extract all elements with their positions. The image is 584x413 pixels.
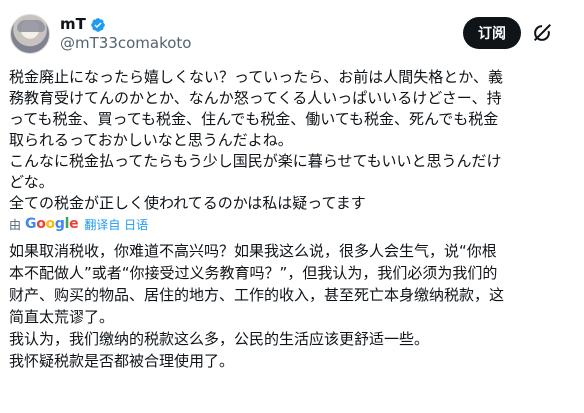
post-body: 税金廃止になったら嬉しくない？っていったら、お前は人間失格とか、義 務教育受けて… — [9, 67, 581, 372]
translated-line: 我认为，我们缴纳的税款这么多，公民的生活应该更舒适一些。 — [9, 330, 430, 348]
original-line: っても税金、買っても税金、住んでも税金、働いても税金、死んでも税金 — [9, 110, 499, 128]
original-line: 取られるっておかしいなと思うんだよね。 — [9, 131, 293, 149]
google-logo: Google — [25, 216, 79, 232]
original-line: 全ての税金が正しく使われてるのかは私は疑ってます — [9, 194, 366, 212]
grok-icon[interactable] — [531, 22, 553, 44]
post: mT @mT33comakoto 订阅 税金廃止になったら嬉しくない？っていった… — [0, 0, 584, 413]
translated-line: 如果取消税收，你难道不高兴吗？如果我这么说，很多人会生气，说“你根 — [9, 242, 497, 260]
translation-prefix: 由 — [9, 217, 22, 232]
original-line: 税金廃止になったら嬉しくない？っていったら、お前は人間失格とか、義 — [9, 68, 503, 86]
author-info: mT @mT33comakoto — [60, 15, 191, 53]
avatar[interactable] — [10, 14, 50, 54]
translated-line: 财产、购买的物品、居住的地方、工作的收入，甚至死亡本身缴纳税款，这 — [9, 286, 505, 304]
translated-line: 我怀疑税款是否都被合理使用了。 — [9, 352, 235, 370]
translated-line: 简直太荒谬了。 — [9, 308, 115, 326]
subscribe-button[interactable]: 订阅 — [463, 17, 521, 49]
original-text: 税金廃止になったら嬉しくない？っていったら、お前は人間失格とか、義 務教育受けて… — [9, 67, 581, 214]
original-line: 務教育受けてんのかとか、なんか怒ってくる人いっぱいいるけどさー、持 — [9, 89, 502, 107]
verified-badge-icon — [91, 17, 105, 32]
translation-language-link[interactable]: 翻译自 日语 — [84, 216, 148, 233]
translated-text: 如果取消税收，你难道不高兴吗？如果我这么说，很多人会生气，说“你根 本不配做人”… — [9, 240, 581, 372]
name-row: mT — [60, 15, 191, 34]
author-handle[interactable]: @mT33comakoto — [60, 34, 191, 53]
original-line: どな。 — [9, 173, 54, 191]
original-line: こんなに税金払ってたらもう少し国民が楽に暮らせてもいいと思うんだけ — [9, 152, 502, 170]
translation-attribution: 由 Google 翻译自 日语 — [9, 214, 581, 234]
display-name[interactable]: mT — [60, 15, 86, 34]
translated-line: 本不配做人”或者“你接受过义务教育吗？”，但我认为，我们必须为我们的 — [9, 264, 498, 282]
